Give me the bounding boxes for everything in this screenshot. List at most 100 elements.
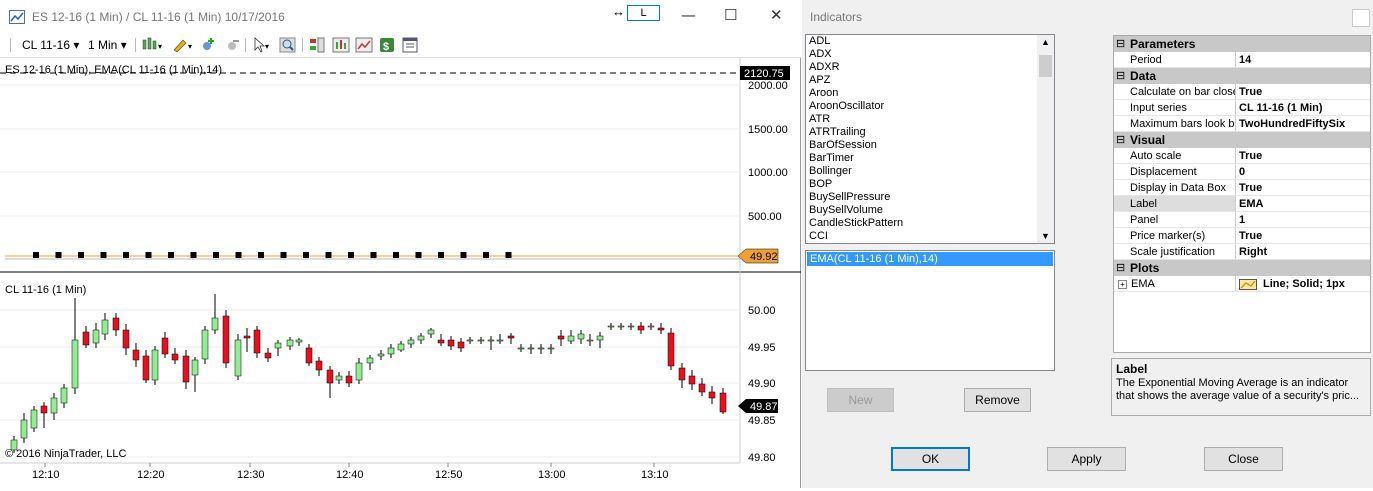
candle-down	[305, 347, 313, 364]
indicator-list-scrollbar[interactable]: ▲ ▼	[1037, 35, 1054, 243]
upper-tick-label: 1000.00	[748, 167, 788, 179]
new-button[interactable]: New	[827, 388, 894, 412]
candle-up	[60, 387, 68, 404]
indicator-list-item[interactable]: CandleStickPattern	[806, 217, 1054, 230]
ema-marker	[213, 252, 219, 258]
property-row[interactable]: Auto scale True	[1114, 148, 1370, 164]
property-row[interactable]: Calculate on bar close True	[1114, 84, 1370, 100]
property-value[interactable]: 14	[1236, 52, 1370, 67]
property-value[interactable]: True	[1236, 148, 1370, 163]
property-value[interactable]: 0	[1236, 164, 1370, 179]
dialog-close-button[interactable]	[1352, 9, 1370, 27]
maximize-icon[interactable]: ☐	[724, 6, 737, 24]
property-row[interactable]: Price marker(s) True	[1114, 228, 1370, 244]
scroll-down-icon[interactable]: ▼	[1041, 231, 1050, 241]
time-label: 12:50	[435, 469, 463, 481]
property-value[interactable]: Right	[1236, 244, 1370, 259]
property-row[interactable]: Input series CL 11-16 (1 Min)	[1114, 100, 1370, 116]
link-button[interactable]: L	[627, 5, 660, 21]
property-grid[interactable]: Parameters Period14 Data Calculate on ba…	[1113, 35, 1371, 353]
category-data[interactable]: Data	[1114, 68, 1370, 84]
indicator-list-item[interactable]: BarTimer	[806, 152, 1054, 165]
candle-up	[466, 339, 474, 342]
scroll-thumb[interactable]	[1039, 55, 1052, 77]
indicator-list-item[interactable]: ADL	[806, 35, 1054, 48]
indicator-list-item[interactable]: Bollinger	[806, 165, 1054, 178]
indicator-list-item[interactable]: ADXR	[806, 61, 1054, 74]
interval-label: 1 Min	[88, 38, 118, 52]
strategies-icon[interactable]	[355, 36, 373, 57]
candle-up	[377, 353, 385, 357]
selected-indicator-item[interactable]: EMA(CL 11-16 (1 Min),14)	[807, 252, 1053, 266]
chart-area[interactable]: 2000.00 1500.00 1000.00 500.00 2120.75 49.92 5…	[0, 58, 801, 488]
property-row[interactable]: Scale justification Right	[1114, 244, 1370, 260]
close-button[interactable]: Close	[1204, 447, 1283, 471]
candle-down	[142, 355, 150, 381]
property-value[interactable]: True	[1236, 180, 1370, 195]
remove-button[interactable]: Remove	[964, 388, 1031, 412]
indicator-list[interactable]: ADL ADX ADXR APZ Aroon AroonOscillator ATR ATRT…	[805, 34, 1055, 244]
apply-button[interactable]: Apply	[1047, 447, 1126, 471]
property-value[interactable]: 1	[1236, 212, 1370, 227]
description-title: Label	[1116, 362, 1148, 376]
interval-selector[interactable]: 1 Min ▾	[88, 37, 127, 53]
property-value[interactable]: TwoHundredFiftySix	[1236, 116, 1370, 131]
drawing-tool-icon[interactable]: ▾	[171, 36, 193, 57]
indicator-list-item[interactable]: ATRTrailing	[806, 126, 1054, 139]
candle-down	[719, 392, 727, 413]
category-parameters[interactable]: Parameters	[1114, 36, 1370, 52]
selected-indicators-list[interactable]: EMA(CL 11-16 (1 Min),14)	[805, 250, 1055, 371]
candle-up	[517, 347, 525, 350]
property-row[interactable]: Display in Data Box True	[1114, 180, 1370, 196]
category-plots[interactable]: Plots	[1114, 260, 1370, 276]
instrument-selector[interactable]: CL 11-16 ▾	[22, 37, 79, 53]
category-visual[interactable]: Visual	[1114, 132, 1370, 148]
property-row[interactable]: Label EMA	[1114, 196, 1370, 212]
link-arrows-icon[interactable]: ↔	[612, 4, 625, 19]
property-row[interactable]: Panel 1	[1114, 212, 1370, 228]
add-marker-icon[interactable]	[199, 36, 221, 57]
property-key: EMA	[1131, 278, 1155, 290]
property-value[interactable]: True	[1236, 84, 1370, 99]
indicator-list-item[interactable]: ATR	[806, 113, 1054, 126]
zoom-icon[interactable]	[279, 36, 297, 57]
chart-style-icon[interactable]: ▾	[141, 36, 163, 57]
close-icon[interactable]: ✕	[770, 6, 783, 24]
candle-down	[132, 349, 140, 361]
indicator-list-item[interactable]: ADX	[806, 48, 1054, 61]
pointer-icon[interactable]: ▾	[252, 36, 274, 57]
remove-marker-icon[interactable]	[224, 36, 242, 57]
expand-plus-icon[interactable]: +	[1118, 280, 1127, 289]
indicator-list-item[interactable]: BarOfSession	[806, 139, 1054, 152]
indicator-list-item[interactable]: BuySellVolume	[806, 204, 1054, 217]
candle-up	[335, 375, 343, 381]
minimize-icon[interactable]: —	[681, 6, 696, 24]
indicator-list-item[interactable]: BOP	[806, 178, 1054, 191]
time-label: 13:10	[641, 469, 669, 481]
dollar-icon[interactable]: $	[378, 36, 396, 57]
scroll-up-icon[interactable]: ▲	[1041, 37, 1050, 47]
property-value[interactable]: EMA	[1236, 196, 1370, 211]
indicator-list-item[interactable]: APZ	[806, 74, 1054, 87]
candle-up	[397, 343, 405, 351]
property-value[interactable]: CL 11-16 (1 Min)	[1236, 100, 1370, 115]
chart-canvas[interactable]: 2000.00 1500.00 1000.00 500.00 2120.75 49.92 5…	[0, 58, 801, 488]
property-row[interactable]: Period 14	[1114, 52, 1370, 68]
indicator-list-item[interactable]: Aroon	[806, 87, 1054, 100]
ok-button[interactable]: OK	[891, 447, 970, 471]
candle-up	[627, 325, 635, 328]
indicator-list-item[interactable]: AroonOscillator	[806, 100, 1054, 113]
property-row[interactable]: Maximum bars look backTwoHundredFiftySix	[1114, 116, 1370, 132]
upper-panel-label: ES 12-16 (1 Min), EMA(CL 11-16 (1 Min),1…	[5, 64, 223, 76]
ema-marker	[325, 252, 332, 258]
property-row-plot-ema[interactable]: + EMA Line; Solid; 1px	[1114, 276, 1370, 292]
properties-icon[interactable]	[401, 36, 419, 57]
order-entry-icon[interactable]	[308, 36, 326, 57]
indicators-icon[interactable]	[332, 36, 350, 57]
chevron-down-icon: ▾	[120, 38, 127, 52]
property-value[interactable]: True	[1236, 228, 1370, 243]
indicator-list-item[interactable]: CCI	[806, 230, 1054, 243]
property-row[interactable]: Displacement 0	[1114, 164, 1370, 180]
candle-up	[567, 335, 575, 342]
indicator-list-item[interactable]: BuySellPressure	[806, 191, 1054, 204]
